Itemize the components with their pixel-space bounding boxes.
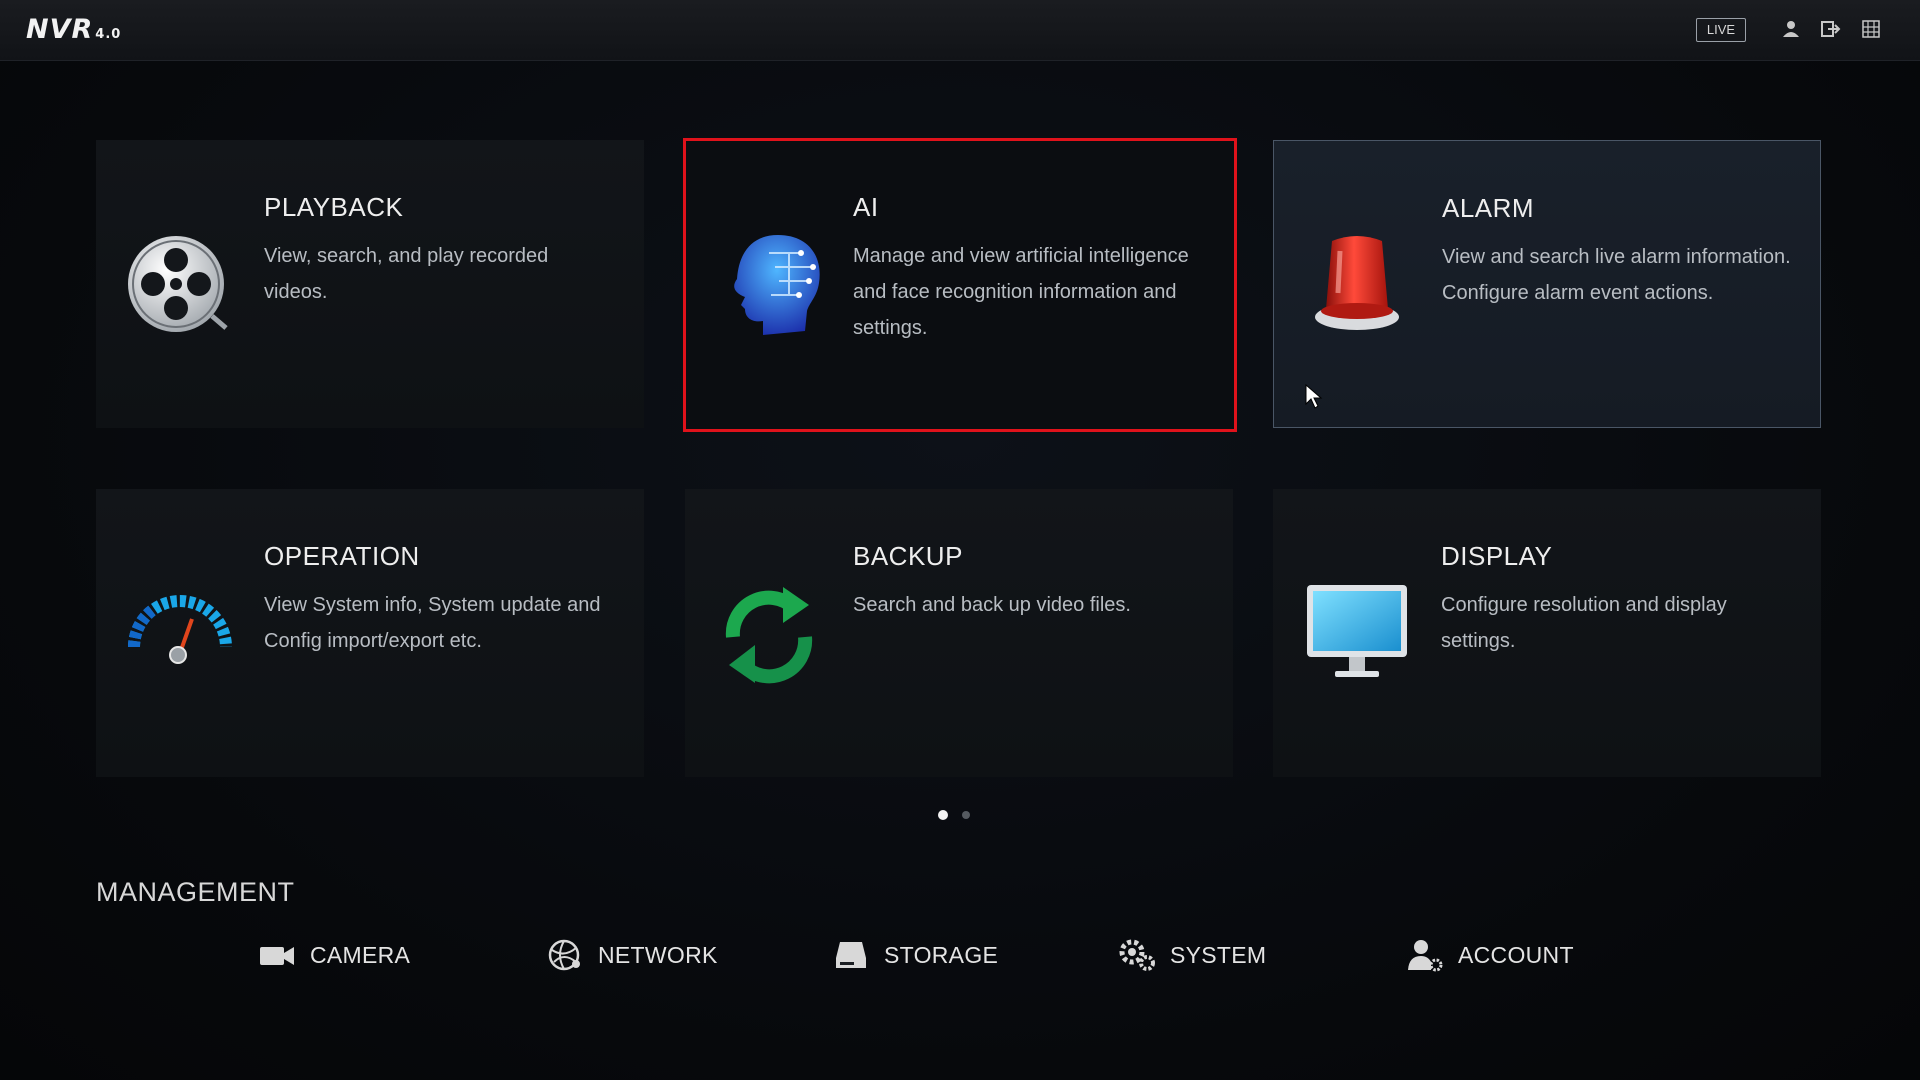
- management-title: MANAGEMENT: [96, 877, 295, 907]
- management-system[interactable]: SYSTEM: [1118, 935, 1266, 975]
- tile-description: View and search live alarm information. …: [1442, 246, 1791, 304]
- tile-ai[interactable]: AI Manage and view artificial intelligen…: [683, 138, 1237, 432]
- tile-description: Manage and view artificial intelligence …: [853, 245, 1189, 339]
- management-label: ACCOUNT: [1458, 941, 1574, 968]
- nvr-main-menu: NVR 4.0 LIVE PLAYBACK View, search, and …: [0, 0, 1920, 1080]
- account-icon: [1408, 940, 1443, 972]
- mouse-cursor-icon: [1305, 384, 1323, 409]
- page-dot[interactable]: [962, 811, 970, 819]
- tile-title: AI: [853, 192, 879, 222]
- management-label: NETWORK: [598, 941, 718, 968]
- nvr-logo: NVR 4.0: [26, 14, 122, 45]
- live-button[interactable]: LIVE: [1696, 18, 1746, 42]
- management-label: CAMERA: [310, 941, 411, 968]
- tile-description: View System info, System update and Conf…: [264, 594, 601, 652]
- tile-title: BACKUP: [853, 541, 963, 571]
- storage-drive-icon: [836, 942, 866, 968]
- gears-icon: [1119, 939, 1155, 971]
- tile-description: Configure resolution and display setting…: [1441, 594, 1727, 652]
- network-globe-icon: [548, 939, 580, 971]
- tile-title: PLAYBACK: [264, 192, 404, 222]
- tile-title: ALARM: [1442, 193, 1535, 223]
- tile-playback[interactable]: PLAYBACK View, search, and play recorded…: [96, 140, 644, 428]
- film-reel-icon: [128, 236, 228, 332]
- tile-operation[interactable]: OPERATION View System info, System updat…: [96, 489, 644, 777]
- tile-description: Search and back up video files.: [853, 594, 1131, 616]
- tile-description: View, search, and play recorded videos.: [264, 245, 549, 303]
- ai-head-icon: [734, 235, 820, 335]
- gauge-icon: [127, 595, 232, 664]
- management-account[interactable]: ACCOUNT: [1406, 935, 1574, 975]
- management-label: STORAGE: [884, 941, 999, 968]
- tile-backup[interactable]: BACKUP Search and back up video files.: [685, 489, 1233, 777]
- management-camera[interactable]: CAMERA: [258, 935, 410, 975]
- user-icon[interactable]: [1780, 19, 1802, 39]
- tile-alarm[interactable]: ALARM View and search live alarm informa…: [1273, 140, 1821, 428]
- page-dot-active[interactable]: [938, 810, 948, 820]
- grid-icon[interactable]: [1860, 19, 1882, 39]
- alarm-light-icon: [1315, 236, 1399, 330]
- tile-title: DISPLAY: [1441, 541, 1553, 571]
- exit-icon[interactable]: [1820, 19, 1842, 39]
- tile-title: OPERATION: [264, 541, 420, 571]
- top-bar: NVR 4.0 LIVE: [0, 0, 1920, 61]
- camera-icon: [260, 947, 294, 965]
- management-network[interactable]: NETWORK: [546, 935, 718, 975]
- monitor-icon: [1307, 585, 1407, 677]
- management-storage[interactable]: STORAGE: [832, 935, 998, 975]
- tile-display[interactable]: DISPLAY Configure resolution and display…: [1273, 489, 1821, 777]
- management-label: SYSTEM: [1170, 941, 1267, 968]
- refresh-icon: [725, 587, 813, 684]
